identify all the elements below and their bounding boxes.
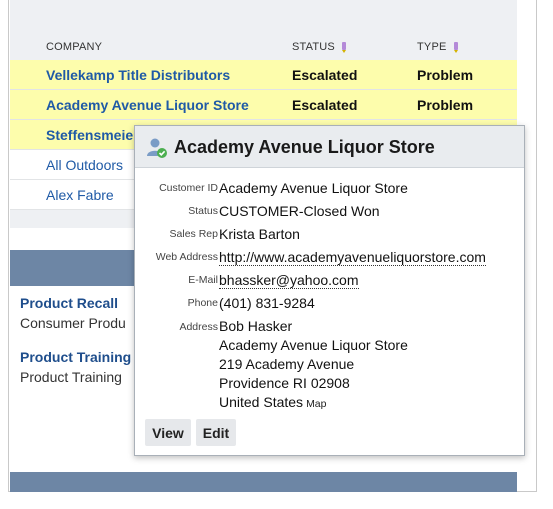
web-address-link[interactable]: http://www.academyavenueliquorstore.com [219, 249, 486, 266]
address-label: Address [179, 321, 218, 333]
column-header-type[interactable]: TYPE [417, 41, 459, 53]
company-link[interactable]: All Outdoors [46, 157, 123, 173]
column-header-status[interactable]: STATUS [292, 41, 347, 53]
address-line-country: United States Map [219, 394, 327, 410]
hover-card-header: Academy Avenue Liquor Store [135, 126, 524, 168]
company-link[interactable]: Alex Fabre [46, 187, 114, 203]
sales-rep-value: Krista Barton [219, 226, 300, 242]
address-line: Bob Hasker [219, 318, 293, 334]
type-cell: Problem [417, 67, 474, 83]
company-link[interactable]: Academy Avenue Liquor Store [46, 97, 249, 113]
section-item-subtitle: Consumer Produ [20, 315, 126, 331]
section-item-subtitle: Product Training [20, 369, 122, 385]
phone-value: (401) 831-9284 [219, 295, 315, 311]
address-line: Providence RI 02908 [219, 375, 350, 391]
section-item: Product Recall Consumer Produ [20, 295, 126, 331]
column-header-company-label: COMPANY [46, 41, 103, 53]
status-value: CUSTOMER-Closed Won [219, 203, 380, 219]
table-header: COMPANY STATUS TYPE [10, 30, 517, 60]
customer-hover-card: Academy Avenue Liquor Store Customer ID … [134, 125, 525, 456]
pencil-icon[interactable] [341, 41, 347, 53]
company-link[interactable]: Vellekamp Title Distributors [46, 67, 230, 83]
email-label: E-Mail [188, 274, 218, 286]
table-row: Vellekamp Title Distributors Escalated P… [10, 60, 517, 90]
column-header-status-label: STATUS [292, 41, 335, 53]
web-address-label: Web Address [155, 251, 218, 263]
status-cell: Escalated [292, 97, 358, 113]
hover-card-title: Academy Avenue Liquor Store [174, 137, 435, 157]
type-cell: Problem [417, 97, 474, 113]
section-header-bar [10, 472, 517, 492]
email-link[interactable]: bhassker@yahoo.com [219, 272, 359, 289]
address-country: United States [219, 394, 304, 410]
pencil-icon[interactable] [453, 41, 459, 53]
status-cell: Escalated [292, 67, 358, 83]
address-line: Academy Avenue Liquor Store [219, 337, 408, 353]
company-link[interactable]: Steffensmeie [46, 127, 133, 143]
customer-check-icon [147, 138, 167, 158]
address-line: 219 Academy Avenue [219, 356, 355, 372]
column-header-type-label: TYPE [417, 41, 447, 53]
sales-rep-label: Sales Rep [169, 228, 218, 240]
section-item: Product Training Product Training [20, 349, 131, 385]
phone-label: Phone [187, 297, 218, 309]
view-button[interactable]: View [145, 419, 191, 446]
table-row: Academy Avenue Liquor Store Escalated Pr… [10, 90, 517, 120]
section-item-title[interactable]: Product Training [20, 349, 131, 365]
map-link[interactable]: Map [306, 398, 326, 410]
section-item-title[interactable]: Product Recall [20, 295, 126, 311]
customer-id-value: Academy Avenue Liquor Store [219, 180, 408, 196]
edit-button[interactable]: Edit [196, 419, 236, 446]
status-label: Status [188, 205, 218, 217]
column-header-company[interactable]: COMPANY [46, 41, 102, 53]
customer-id-label: Customer ID [159, 182, 218, 194]
